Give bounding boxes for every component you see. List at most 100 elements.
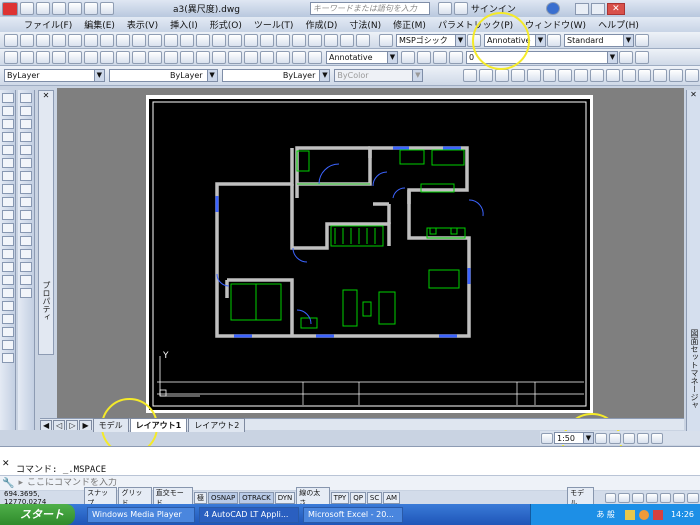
- command-close-icon[interactable]: ✕: [2, 459, 10, 469]
- tpy-toggle[interactable]: TPY: [330, 491, 350, 504]
- pan-status-icon[interactable]: [618, 492, 631, 503]
- erase-tool-icon[interactable]: [20, 93, 32, 103]
- array-tool-icon[interactable]: [20, 145, 32, 155]
- network-icon[interactable]: [624, 509, 635, 520]
- gradient-icon[interactable]: [637, 69, 652, 82]
- task-autocad[interactable]: 4 AutoCAD LT Appli...: [199, 506, 299, 523]
- polygon-tool-icon[interactable]: [2, 132, 14, 142]
- gradient-tool-icon[interactable]: [2, 275, 14, 285]
- tab-model[interactable]: モデル: [92, 417, 129, 432]
- toolpalette-icon[interactable]: [292, 33, 306, 47]
- open-icon[interactable]: [36, 2, 50, 15]
- matchprop-icon[interactable]: [148, 33, 162, 47]
- zoom-window-icon[interactable]: [228, 33, 242, 47]
- start-button[interactable]: スタート: [0, 504, 75, 525]
- lineweight-select[interactable]: ByLayer ▼: [221, 69, 331, 82]
- menu-draw[interactable]: 作成(D): [299, 18, 343, 31]
- diameter-dim-icon[interactable]: [100, 50, 114, 64]
- undo-icon[interactable]: [84, 2, 98, 15]
- task-excel[interactable]: Microsoft Excel - 20...: [303, 506, 403, 523]
- make-current-icon[interactable]: [619, 50, 633, 64]
- inspect-icon[interactable]: [244, 50, 258, 64]
- join-tool-icon[interactable]: [20, 249, 32, 259]
- security-icon[interactable]: [652, 509, 663, 520]
- dimedit-icon[interactable]: [276, 50, 290, 64]
- revcloud-tool-icon[interactable]: [2, 184, 14, 194]
- viewport-icon[interactable]: [541, 432, 553, 444]
- table-icon[interactable]: [669, 69, 684, 82]
- tab-layout2[interactable]: レイアウト2: [188, 417, 246, 432]
- make-block-tool-icon[interactable]: [2, 236, 14, 246]
- otrack-toggle[interactable]: OTRACK: [239, 491, 274, 504]
- dyn-toggle[interactable]: DYN: [274, 491, 296, 504]
- field-tool-icon[interactable]: [2, 340, 14, 350]
- zoom-status-icon[interactable]: [632, 492, 644, 503]
- dimupdate-icon[interactable]: [308, 50, 322, 64]
- line-icon[interactable]: [463, 69, 478, 82]
- showmotion-icon[interactable]: [659, 492, 672, 503]
- polyline-icon[interactable]: [495, 69, 509, 82]
- tab-nav-first[interactable]: ◀: [40, 419, 53, 430]
- dim-break-icon[interactable]: [196, 50, 210, 64]
- drawing-area[interactable]: Y: [57, 88, 684, 418]
- hatch-tool-icon[interactable]: [2, 262, 14, 272]
- minimize-button[interactable]: [574, 2, 589, 15]
- angular-dim-icon[interactable]: [116, 50, 130, 64]
- properties-icon[interactable]: [260, 33, 274, 47]
- color-select[interactable]: ByLayer ▼: [4, 69, 105, 82]
- qnew-icon[interactable]: [4, 33, 18, 47]
- polygon-icon[interactable]: [510, 69, 525, 82]
- zoom-realtime-icon[interactable]: [212, 33, 226, 47]
- tab-layout1[interactable]: レイアウト1: [129, 417, 188, 432]
- redo-icon[interactable]: [180, 33, 194, 47]
- center-mark-icon[interactable]: [228, 50, 242, 64]
- arc-tool-icon[interactable]: [2, 158, 14, 168]
- dim-style-control[interactable]: Annotative ▼: [326, 50, 398, 64]
- menu-view[interactable]: 表示(V): [121, 18, 164, 31]
- line-tool-icon[interactable]: [2, 93, 14, 103]
- rectangle-icon[interactable]: [526, 69, 541, 82]
- menu-window[interactable]: ウィンドウ(W): [519, 18, 592, 31]
- chamfer-tool-icon[interactable]: [20, 262, 32, 272]
- markup-icon[interactable]: [324, 33, 338, 47]
- help-icon[interactable]: [545, 2, 560, 15]
- menu-format[interactable]: 形式(O): [204, 18, 248, 31]
- undo-icon[interactable]: [164, 33, 178, 47]
- spell-tool-icon[interactable]: [2, 353, 14, 363]
- steering-wheel-icon[interactable]: [645, 492, 658, 503]
- ordinate-dim-icon[interactable]: [52, 50, 66, 64]
- menu-help[interactable]: ヘルプ(H): [592, 18, 645, 31]
- stretch-tool-icon[interactable]: [20, 197, 32, 207]
- user-icon[interactable]: [453, 2, 468, 15]
- cut-icon[interactable]: [100, 33, 114, 47]
- lock-icon[interactable]: [449, 50, 463, 64]
- clock[interactable]: 14:26: [671, 510, 694, 519]
- print-icon[interactable]: [68, 2, 82, 15]
- arc-icon[interactable]: [542, 69, 557, 82]
- text-style-select[interactable]: MSPゴシック ▼: [396, 33, 466, 47]
- volume-icon[interactable]: [638, 509, 649, 520]
- am-toggle[interactable]: AM: [383, 491, 401, 504]
- lock-viewport-icon[interactable]: [595, 432, 607, 444]
- wrench-icon[interactable]: 🔧: [2, 478, 14, 489]
- help-search-input[interactable]: キーワードまたは語句を入力: [309, 2, 430, 15]
- plot-icon[interactable]: [52, 33, 66, 47]
- copy-icon[interactable]: [116, 33, 130, 47]
- sheetset-palette-tab[interactable]: ✕ 図面セットマネージャ: [686, 90, 700, 440]
- ellipse-tool-icon[interactable]: [2, 210, 14, 220]
- search-icon[interactable]: [437, 2, 452, 15]
- point-tool-icon[interactable]: [2, 249, 14, 259]
- sun-icon[interactable]: [433, 50, 447, 64]
- arc-dim-icon[interactable]: [36, 50, 50, 64]
- pan-icon[interactable]: [196, 33, 210, 47]
- tab-nav-last[interactable]: ▶: [79, 419, 92, 430]
- layout-canvas[interactable]: Y: [57, 88, 684, 418]
- offset-tool-icon[interactable]: [20, 132, 32, 142]
- dimtedit-icon[interactable]: [292, 50, 306, 64]
- viewport-scale-select[interactable]: 1:50 ▼: [554, 432, 594, 444]
- maximize-button[interactable]: [590, 2, 605, 15]
- xline-tool-icon[interactable]: [2, 106, 14, 116]
- paste-icon[interactable]: [132, 33, 146, 47]
- dim-style-select[interactable]: Standard ▼: [564, 33, 634, 47]
- zoom-previous-icon[interactable]: [244, 33, 258, 47]
